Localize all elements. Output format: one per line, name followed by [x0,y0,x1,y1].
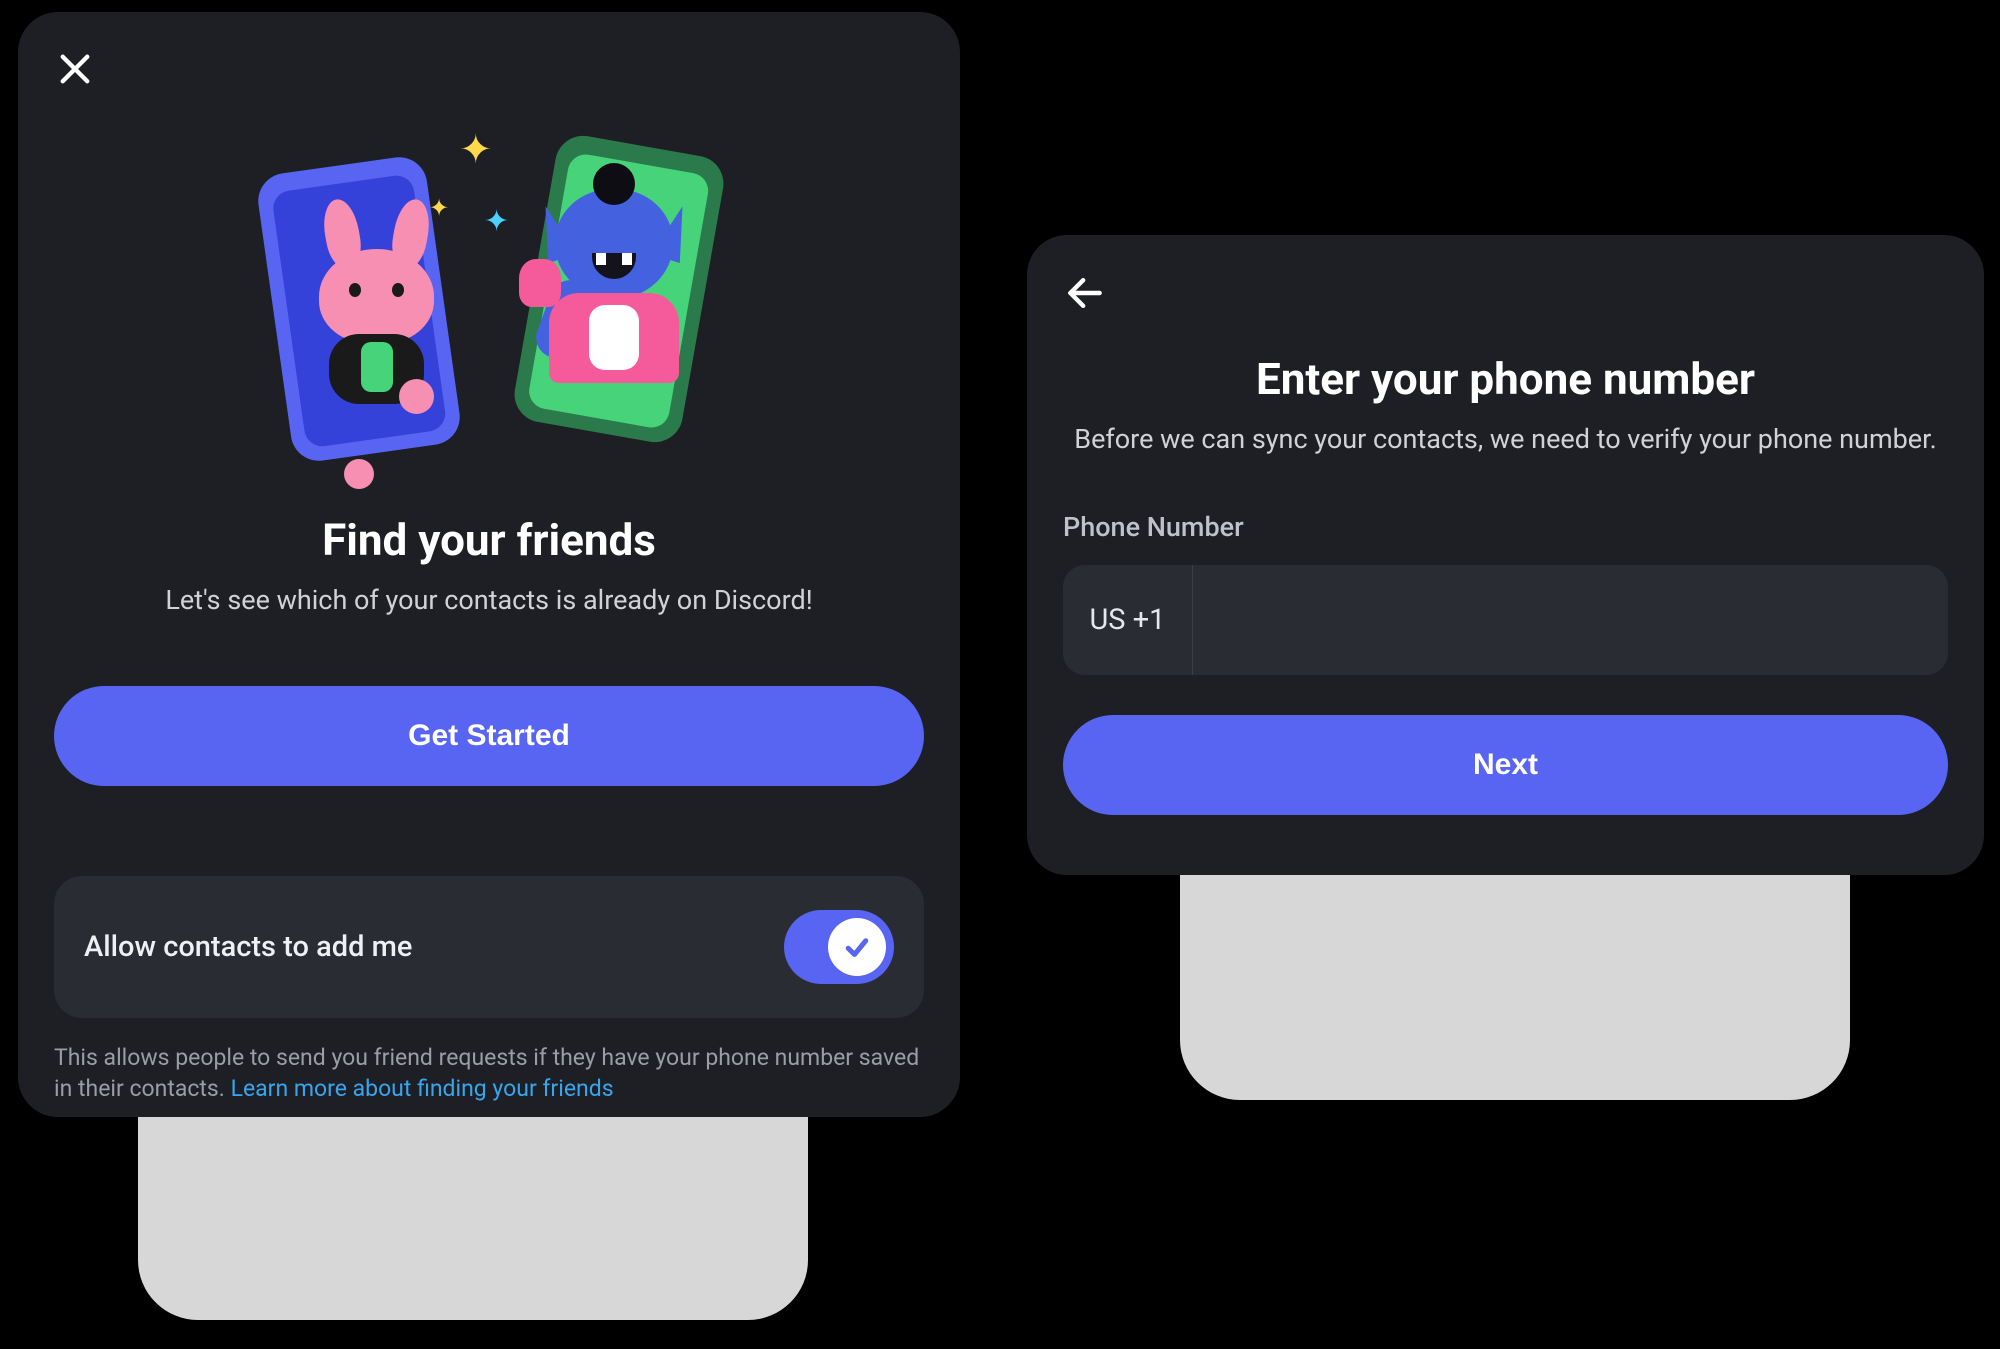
helper-text: This allows people to send you friend re… [54,1042,924,1104]
sparkle-icon: ✦ [484,204,509,239]
phone-modal-subtitle: Before we can sync your contacts, we nee… [1063,423,1948,455]
learn-more-link[interactable]: Learn more about finding your friends [231,1075,614,1102]
get-started-button[interactable]: Get Started [54,686,924,786]
toggle-knob [828,918,886,976]
bunny-character [319,249,434,404]
modal-title: Find your friends [54,514,924,566]
toggle-label: Allow contacts to add me [84,930,412,964]
modal-subtitle: Let's see which of your contacts is alre… [54,584,924,616]
sparkle-icon: ✦ [459,126,493,173]
orc-character [555,189,679,383]
country-code-select[interactable]: US +1 [1063,565,1193,675]
allow-contacts-toggle[interactable] [784,910,894,984]
find-friends-modal: ✦ ✦ ✦ [18,12,960,1117]
close-icon[interactable] [54,48,96,90]
phone-field-label: Phone Number [1063,511,1948,543]
allow-contacts-toggle-card: Allow contacts to add me [54,876,924,1018]
back-icon[interactable] [1063,271,1107,315]
phone-input-group: US +1 [1063,565,1948,675]
phone-modal-title: Enter your phone number [1063,353,1948,405]
next-button[interactable]: Next [1063,715,1948,815]
friends-illustration: ✦ ✦ ✦ [54,134,924,464]
phone-number-input[interactable] [1193,565,1948,675]
enter-phone-modal: Enter your phone number Before we can sy… [1027,235,1984,875]
